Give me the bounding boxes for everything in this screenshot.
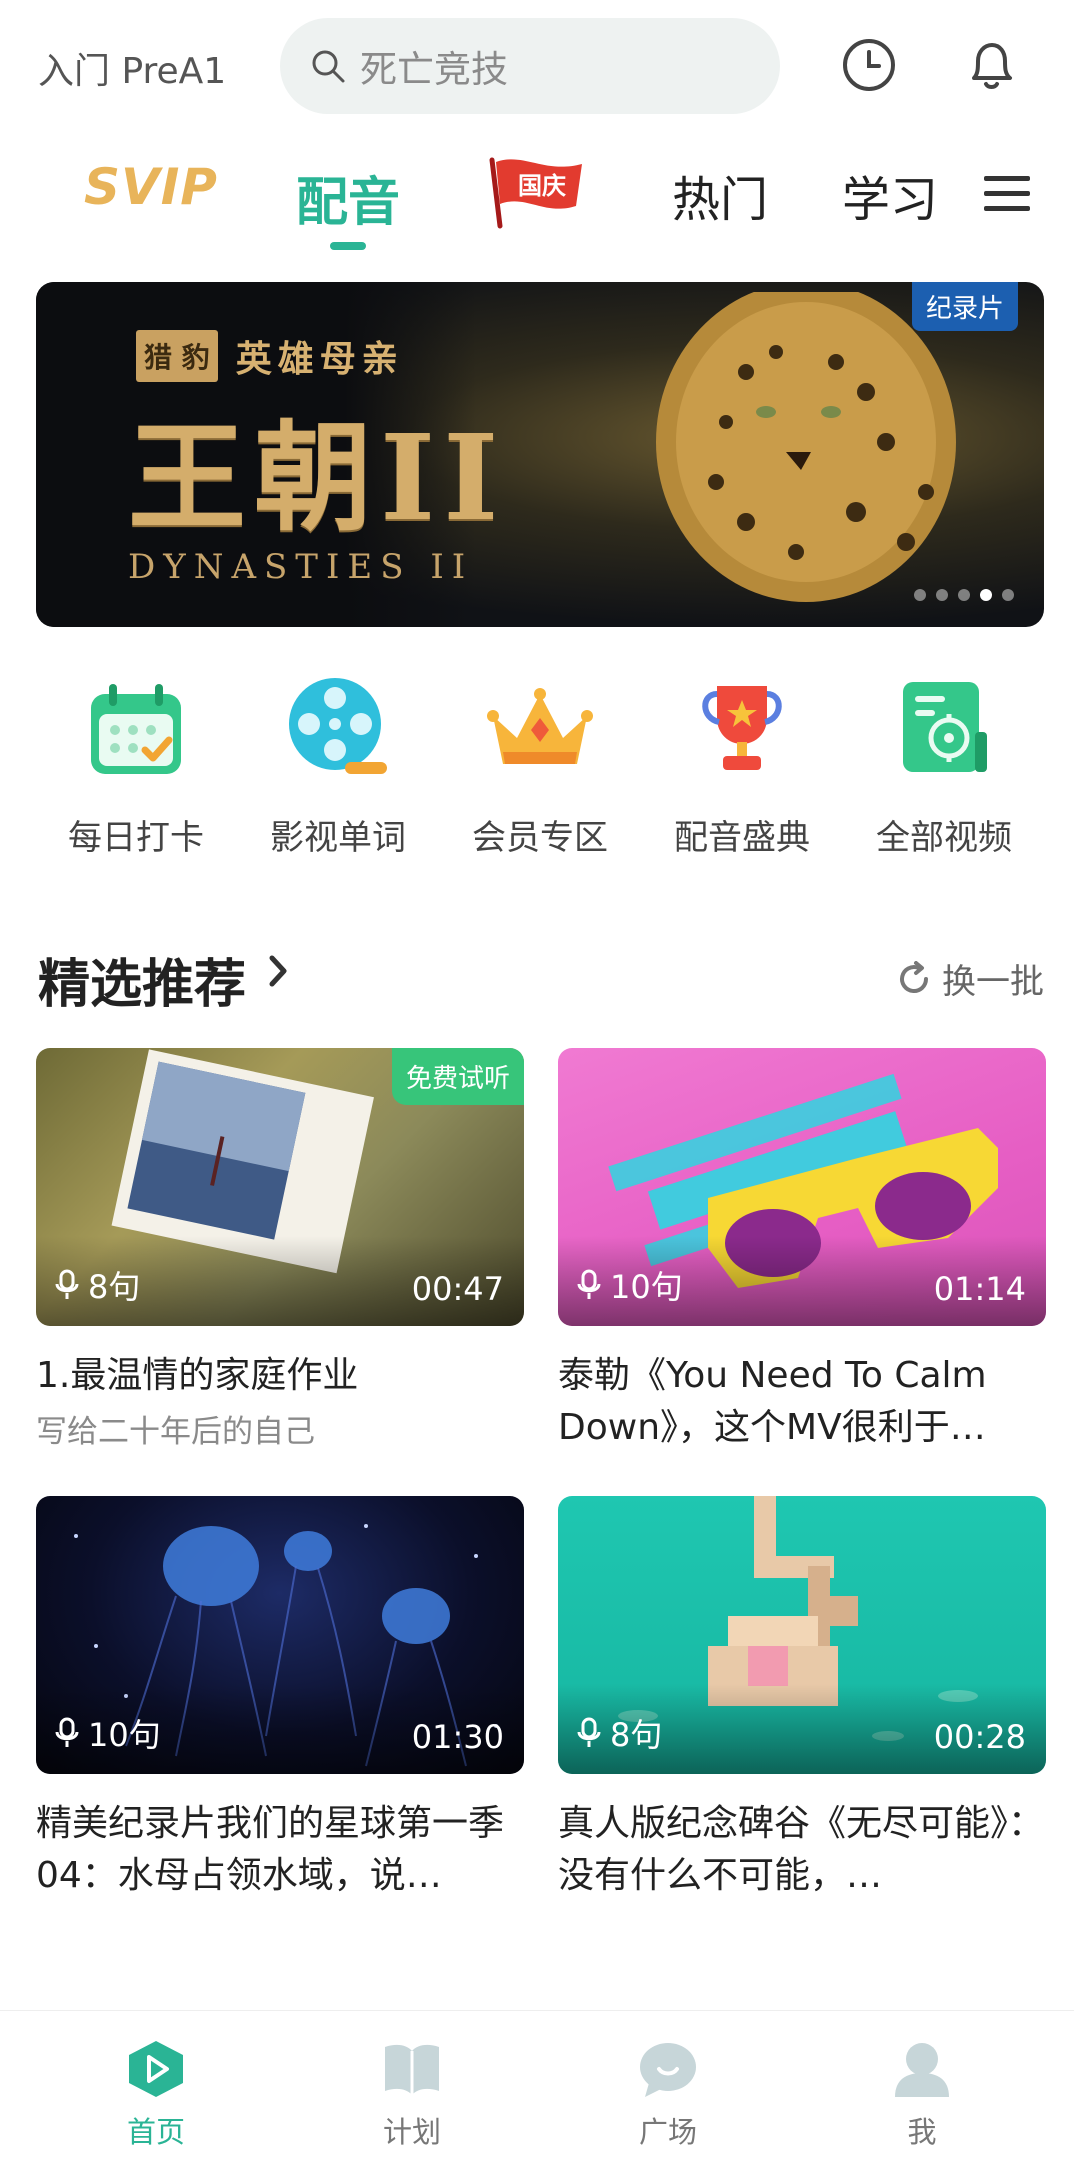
crown-icon xyxy=(487,688,593,764)
sentence-count-label: 8句 xyxy=(88,1268,141,1306)
active-tab-indicator xyxy=(330,242,366,250)
banner-title-en: DYNASTIES II xyxy=(128,547,474,587)
video-duration: 01:14 xyxy=(933,1270,1026,1308)
video-card[interactable]: 10句 01:30 精美纪录片我们的星球第一季04：水母占领水域，说… xyxy=(36,1496,524,1902)
banner-subtitle-row: 猎 豹 英雄母亲 xyxy=(136,330,404,382)
video-thumbnail[interactable]: 8句 00:28 xyxy=(558,1496,1046,1774)
video-title[interactable]: 真人版纪念碑谷《无尽可能》：没有什么不可能，… xyxy=(558,1798,1046,1902)
bottom-navigation: 首页 计划 广场 我 xyxy=(0,2010,1074,2165)
tab-hot[interactable]: 热门 xyxy=(672,160,768,230)
quick-daily-checkin[interactable]: 每日打卡 xyxy=(56,672,216,872)
calendar-check-icon xyxy=(91,684,181,774)
free-trial-badge: 免费试听 xyxy=(391,1048,524,1105)
microphone-icon xyxy=(55,1717,79,1747)
video-card[interactable]: 10句 01:14 泰勒《You Need To Calm Down》，这个MV… xyxy=(558,1048,1046,1454)
chat-bubble-icon xyxy=(640,2043,696,2097)
banner-seal: 猎 豹 xyxy=(136,330,218,382)
video-card[interactable]: 免费试听 8句 00:47 1.最温情的家庭作业 写给二十年后的自己 xyxy=(36,1048,524,1451)
quick-label: 会员专区 xyxy=(472,818,608,858)
sentence-count: 10句 xyxy=(576,1262,683,1308)
microphone-icon xyxy=(55,1269,79,1299)
microphone-icon xyxy=(577,1717,601,1747)
search-icon xyxy=(312,50,345,83)
red-flag-icon: 国庆 xyxy=(489,157,582,229)
sentence-count: 10句 xyxy=(54,1710,161,1756)
video-duration: 00:28 xyxy=(933,1718,1026,1756)
carousel-dot[interactable] xyxy=(1002,589,1014,601)
quick-dubbing-gala[interactable]: 配音盛典 xyxy=(662,672,822,872)
notification-bell-icon[interactable] xyxy=(962,36,1020,94)
sentence-count-label: 10句 xyxy=(88,1716,161,1754)
home-play-icon xyxy=(129,2041,183,2097)
category-tabs: SVIP 配音 国庆 热门 学习 xyxy=(0,140,1074,260)
quick-vip-zone[interactable]: 会员专区 xyxy=(460,672,620,872)
quick-label: 影视单词 xyxy=(270,818,406,858)
profile-icon xyxy=(895,2043,949,2097)
tab-dubbing[interactable]: 配音 xyxy=(296,160,400,235)
nav-me[interactable]: 我 xyxy=(852,2037,992,2151)
quick-film-words[interactable]: 影视单词 xyxy=(258,672,418,872)
quick-label: 每日打卡 xyxy=(68,818,204,858)
video-title[interactable]: 精美纪录片我们的星球第一季04：水母占领水域，说… xyxy=(36,1798,524,1902)
film-reel-icon xyxy=(289,678,387,774)
sentence-count: 8句 xyxy=(576,1710,662,1756)
quick-entries: 每日打卡 影视单词 会员专区 配音盛典 全部视频 xyxy=(36,672,1044,872)
sentence-count: 8句 xyxy=(54,1262,140,1308)
carousel-dot[interactable] xyxy=(914,589,926,601)
search-placeholder: 死亡竞技 xyxy=(360,48,508,91)
nav-square[interactable]: 广场 xyxy=(598,2037,738,2151)
nav-label: 计划 xyxy=(382,2115,441,2149)
video-title[interactable]: 泰勒《You Need To Calm Down》，这个MV很利于… xyxy=(558,1350,1046,1454)
national-day-label: 国庆 xyxy=(518,172,566,200)
trophy-icon xyxy=(702,686,782,770)
carousel-dot[interactable] xyxy=(958,589,970,601)
leopard-image xyxy=(656,292,956,602)
nav-home[interactable]: 首页 xyxy=(86,2037,226,2151)
quick-label: 全部视频 xyxy=(876,818,1012,858)
tab-national-day[interactable]: 国庆 xyxy=(484,154,588,230)
video-subtitle: 写给二十年后的自己 xyxy=(36,1414,315,1450)
refresh-label: 换一批 xyxy=(942,962,1044,1002)
chevron-right-icon[interactable] xyxy=(266,950,292,992)
video-thumbnail[interactable]: 免费试听 8句 00:47 xyxy=(36,1048,524,1326)
nav-label: 广场 xyxy=(638,2115,697,2149)
quick-label: 配音盛典 xyxy=(674,818,810,858)
nav-label: 首页 xyxy=(126,2115,185,2149)
video-thumbnail[interactable]: 10句 01:14 xyxy=(558,1048,1046,1326)
section-title[interactable]: 精选推荐 xyxy=(38,942,246,1017)
banner-title: 王朝II xyxy=(128,408,507,547)
top-bar: 入门 PreA1 死亡竞技 xyxy=(0,0,1074,130)
video-duration: 00:47 xyxy=(411,1270,504,1308)
sentence-count-label: 10句 xyxy=(610,1268,683,1306)
video-thumbnail[interactable]: 10句 01:30 xyxy=(36,1496,524,1774)
documentary-badge: 纪录片 xyxy=(911,282,1018,331)
video-title[interactable]: 1.最温情的家庭作业 xyxy=(36,1350,524,1402)
video-list-icon xyxy=(903,682,987,772)
quick-all-videos[interactable]: 全部视频 xyxy=(864,672,1024,872)
microphone-icon xyxy=(577,1269,601,1299)
book-icon xyxy=(385,2044,439,2095)
tab-svip[interactable]: SVIP xyxy=(84,158,218,216)
carousel-dot[interactable] xyxy=(936,589,948,601)
nav-label: 我 xyxy=(907,2115,937,2149)
video-duration: 01:30 xyxy=(411,1718,504,1756)
sentence-count-label: 8句 xyxy=(610,1716,663,1754)
refresh-button[interactable]: 换一批 xyxy=(896,954,1044,1003)
search-bar[interactable]: 死亡竞技 xyxy=(280,18,780,114)
video-card[interactable]: 8句 00:28 真人版纪念碑谷《无尽可能》：没有什么不可能，… xyxy=(558,1496,1046,1902)
carousel-dot-active[interactable] xyxy=(980,589,992,601)
menu-icon[interactable] xyxy=(984,174,1030,214)
level-selector[interactable]: 入门 PreA1 xyxy=(38,42,226,94)
promo-banner[interactable]: 猎 豹 英雄母亲 王朝II DYNASTIES II 纪录片 xyxy=(36,282,1044,627)
history-clock-icon[interactable] xyxy=(840,36,898,94)
banner-subtitle: 英雄母亲 xyxy=(235,339,404,380)
tab-study[interactable]: 学习 xyxy=(842,160,938,230)
carousel-dots[interactable] xyxy=(914,589,1014,601)
refresh-icon xyxy=(900,960,928,993)
nav-plan[interactable]: 计划 xyxy=(342,2037,482,2151)
